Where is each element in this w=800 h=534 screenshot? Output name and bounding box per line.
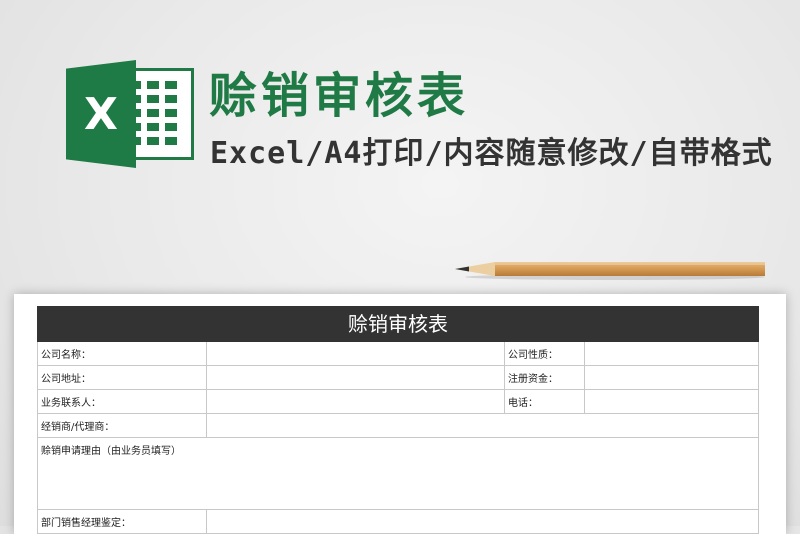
dealer-agent-label: 经销商/代理商： xyxy=(38,414,207,437)
company-type-label: 公司性质： xyxy=(505,342,585,365)
table-row: 业务联系人： 电话： xyxy=(37,390,759,414)
company-address-value[interactable] xyxy=(207,366,505,389)
grid-cell-icon xyxy=(147,95,159,103)
company-type-value[interactable] xyxy=(585,342,758,365)
phone-label: 电话： xyxy=(505,390,585,413)
sheet-title: 赊销审核表 xyxy=(37,306,759,342)
grid-cell-icon xyxy=(147,123,159,131)
registered-capital-label: 注册资金： xyxy=(505,366,585,389)
registered-capital-value[interactable] xyxy=(585,366,758,389)
grid-cell-icon xyxy=(165,109,177,117)
headline-subtitle: Excel/A4打印/内容随意修改/自带格式 xyxy=(210,136,773,171)
table-row: 公司地址： 注册资金： xyxy=(37,366,759,390)
company-name-label: 公司名称： xyxy=(38,342,207,365)
grid-cell-icon xyxy=(165,123,177,131)
grid-cell-icon xyxy=(165,81,177,89)
table-row: 公司名称： 公司性质： xyxy=(37,342,759,366)
table-row: 赊销申请理由（由业务员填写） xyxy=(37,438,759,510)
excel-x-badge-icon: X xyxy=(66,60,136,168)
company-name-value[interactable] xyxy=(207,342,505,365)
phone-value[interactable] xyxy=(585,390,758,413)
excel-x-letter: X xyxy=(84,88,118,140)
sales-manager-review-value[interactable] xyxy=(207,510,758,533)
credit-reason-field[interactable]: 赊销申请理由（由业务员填写） xyxy=(38,438,758,509)
business-contact-label: 业务联系人： xyxy=(38,390,207,413)
dealer-agent-value[interactable] xyxy=(207,414,758,437)
sales-manager-review-label: 部门销售经理鉴定： xyxy=(38,510,207,533)
excel-logo: X xyxy=(66,60,194,168)
grid-cell-icon xyxy=(165,95,177,103)
headline-title: 赊销审核表 xyxy=(209,68,470,124)
company-address-label: 公司地址： xyxy=(38,366,207,389)
table-row: 部门销售经理鉴定： xyxy=(37,510,759,534)
business-contact-value[interactable] xyxy=(207,390,505,413)
grid-cell-icon xyxy=(147,81,159,89)
grid-cell-icon xyxy=(147,109,159,117)
pencil-icon xyxy=(455,262,765,280)
table-row: 经销商/代理商： xyxy=(37,414,759,438)
grid-cell-icon xyxy=(147,137,159,145)
grid-cell-icon xyxy=(165,137,177,145)
